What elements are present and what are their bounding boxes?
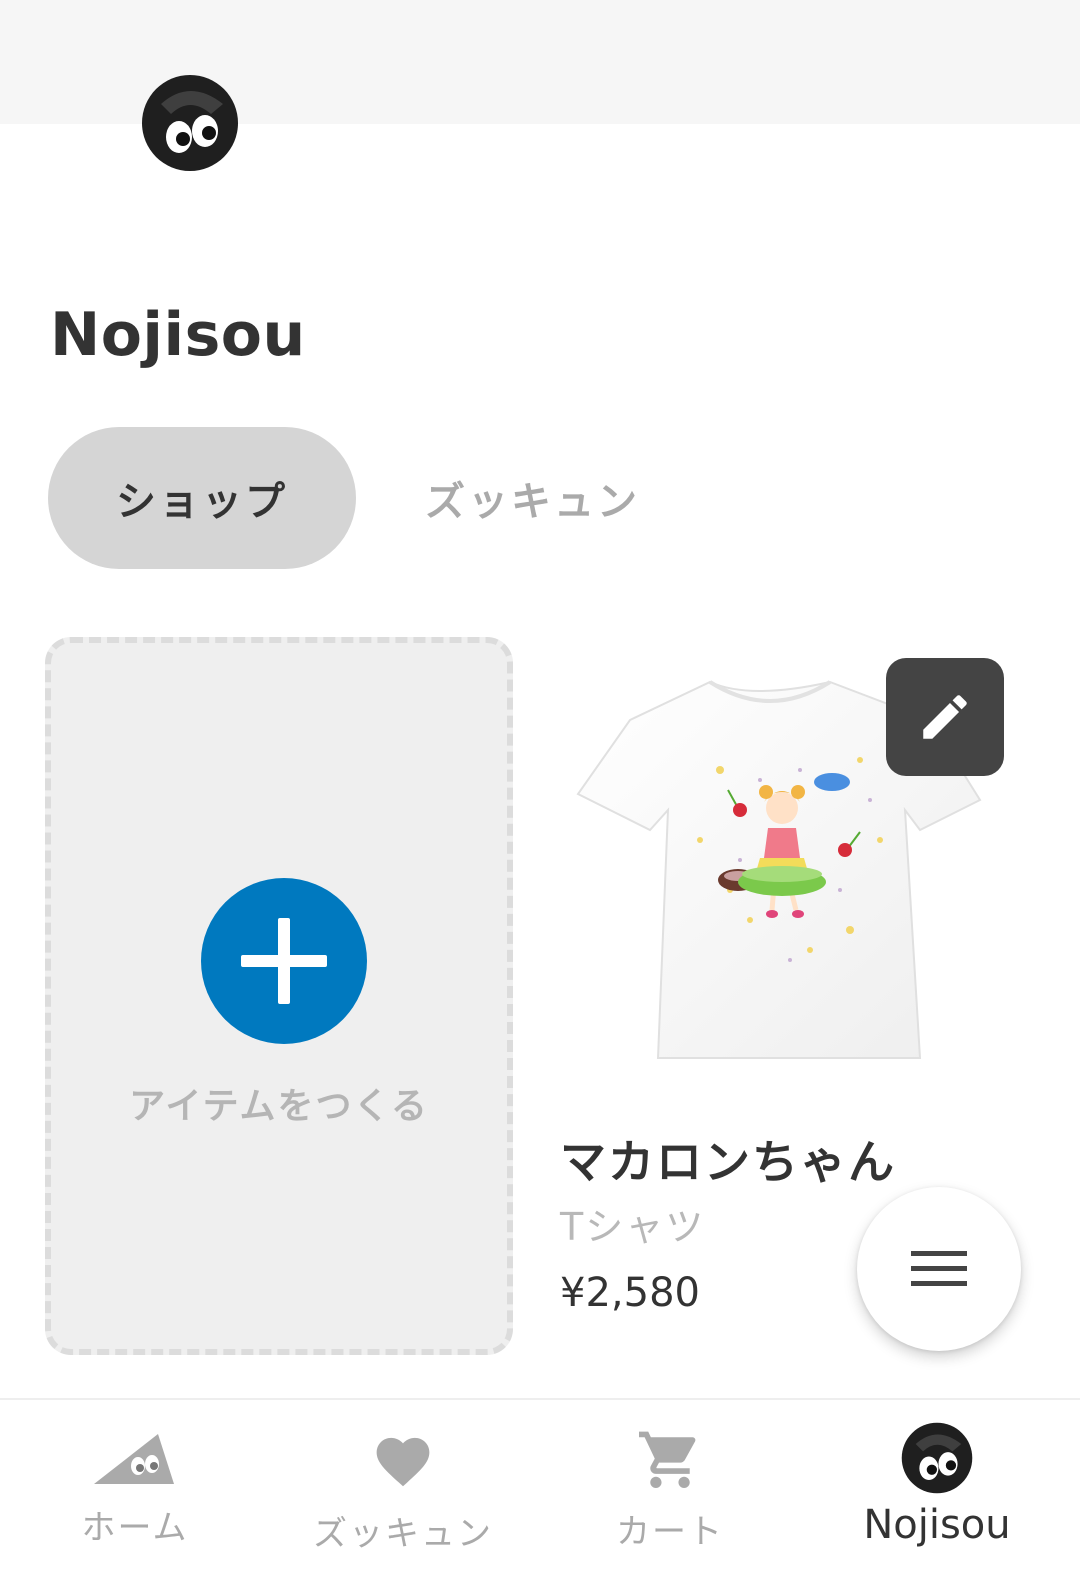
create-item-card[interactable]: アイテムをつくる: [45, 637, 513, 1355]
nav-label-cart: カート: [616, 1512, 724, 1552]
product-name[interactable]: マカロンちゃん: [560, 1126, 896, 1192]
nav-label-home: ホーム: [81, 1508, 189, 1548]
home-icon: [94, 1434, 174, 1484]
nav-label-zukkyun: ズッキュン: [313, 1514, 493, 1554]
avatar: [901, 1422, 973, 1494]
heart-icon: [376, 1437, 430, 1487]
nav-profile[interactable]: Nojisou: [802, 1400, 1072, 1582]
pencil-icon: [923, 695, 967, 739]
product-type: Tシャツ: [560, 1205, 706, 1249]
tab-zukkyun[interactable]: ズッキュン: [395, 427, 670, 569]
plus-icon[interactable]: [201, 878, 367, 1044]
nav-home[interactable]: ホーム: [0, 1400, 270, 1582]
nav-zukkyun[interactable]: ズッキュン: [268, 1400, 538, 1582]
create-item-label: アイテムをつくる: [129, 1086, 429, 1127]
shop-title: Nojisou: [50, 300, 306, 370]
edit-button[interactable]: [886, 658, 1004, 776]
nav-label-profile: Nojisou: [863, 1502, 1011, 1548]
bottom-nav: ホーム ズッキュン カート Nojisou: [0, 1398, 1080, 1582]
shop-avatar: [141, 74, 239, 172]
cart-icon: [639, 1431, 696, 1488]
product-price: ¥2,580: [560, 1270, 700, 1316]
tab-shop[interactable]: ショップ: [48, 427, 356, 569]
nav-cart[interactable]: カート: [535, 1400, 805, 1582]
menu-icon: [911, 1251, 967, 1286]
menu-button[interactable]: [857, 1187, 1021, 1351]
